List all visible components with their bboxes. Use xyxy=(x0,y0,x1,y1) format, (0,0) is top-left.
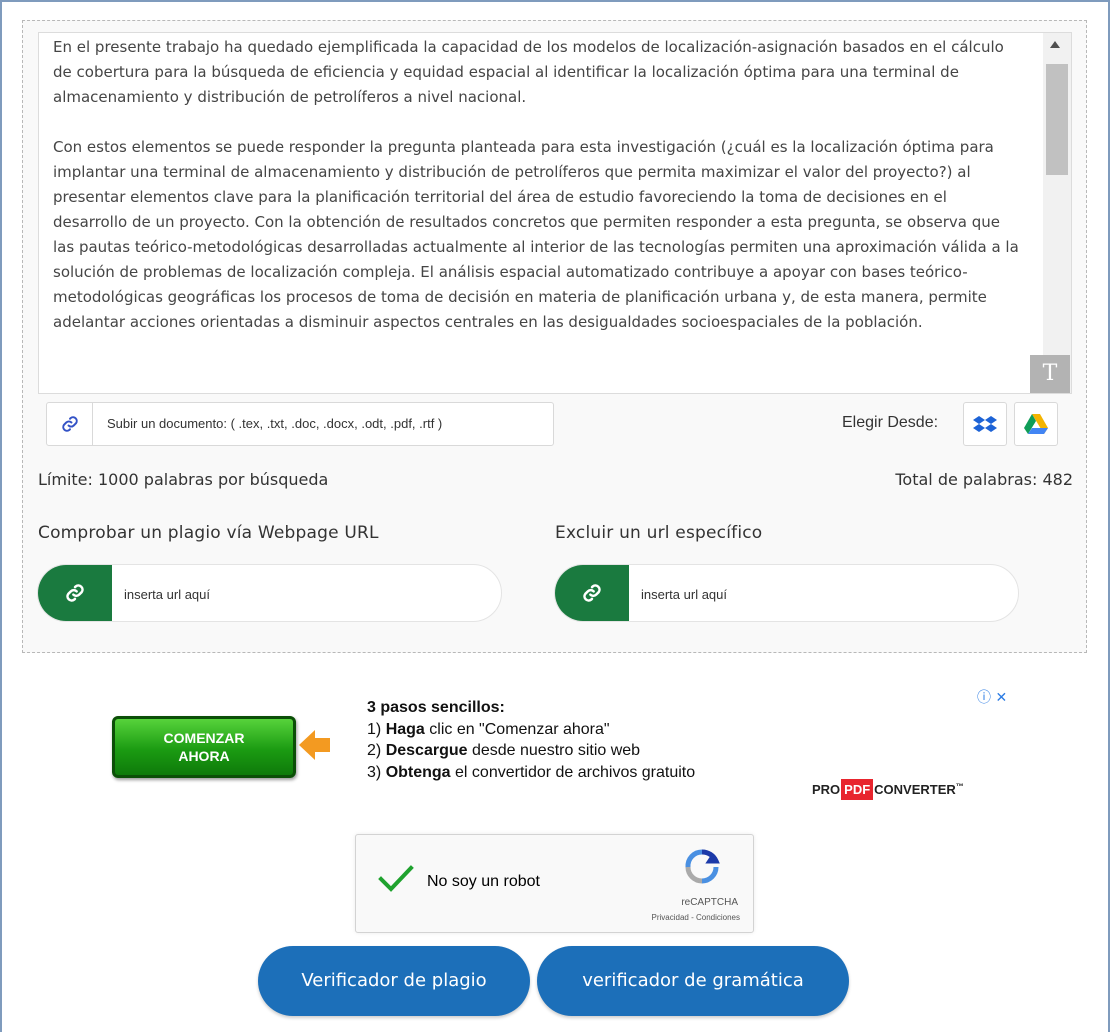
exclude-url-field[interactable] xyxy=(554,564,1019,622)
ad-info-close-icon[interactable]: ⓘ ✕ xyxy=(977,687,1007,707)
paragraph-2: Con estos elementos se puede responder l… xyxy=(53,138,1019,331)
ad-step-1-bold: Haga xyxy=(385,720,425,738)
ad-logo-pre: PRO xyxy=(812,781,841,797)
ad-logo-post: CONVERTER xyxy=(874,781,956,797)
word-count-text: Total de palabras: 482 xyxy=(895,470,1073,489)
exclude-url-input[interactable] xyxy=(641,583,1001,605)
ad-step-2-rest: desde nuestro sitio web xyxy=(467,742,641,759)
upload-document-button[interactable]: Subir un documento: ( .tex, .txt, .doc, … xyxy=(46,402,554,446)
text-resize-icon[interactable]: T xyxy=(1030,355,1070,393)
google-drive-icon xyxy=(1024,414,1048,434)
dropbox-icon xyxy=(973,416,997,432)
ad-start-now-button[interactable]: COMENZAR AHORA xyxy=(112,716,296,778)
recaptcha-terms-link[interactable]: Privacidad - Condiciones xyxy=(356,913,741,922)
ad-step-3-rest: el convertidor de archivos gratuito xyxy=(450,763,696,781)
ad-step-1-num: 1) xyxy=(367,720,382,738)
paragraph-1: En el presente trabajo ha quedado ejempl… xyxy=(53,38,1004,106)
ad-logo-pdf: PDF xyxy=(841,778,874,800)
checkmark-icon[interactable] xyxy=(378,864,414,894)
ad-steps: 3 pasos sencillos: 1) Haga clic en "Come… xyxy=(367,697,695,783)
grammar-check-button[interactable]: verificador de gramática xyxy=(537,946,849,1016)
word-limit-text: Límite: 1000 palabras por búsqueda xyxy=(38,470,329,489)
link-icon-svg xyxy=(61,416,78,432)
ad-logo[interactable]: PRO PDF CONVERTER ™ xyxy=(812,776,964,802)
scroll-up-arrow-icon[interactable] xyxy=(1050,41,1060,48)
ad-step-2: 2) Descargue desde nuestro sitio web xyxy=(367,740,695,762)
exclude-url-title: Excluir un url específico xyxy=(555,523,763,543)
ad-arrow-icon xyxy=(299,730,330,760)
ad-steps-title: 3 pasos sencillos: xyxy=(367,699,505,716)
link-icon xyxy=(47,403,93,445)
scroll-thumb[interactable] xyxy=(1046,64,1068,175)
check-url-title: Comprobar un plagio vía Webpage URL xyxy=(38,523,379,543)
ad-step-1-rest: clic en "Comenzar ahora" xyxy=(424,720,610,738)
recaptcha-brand: reCAPTCHA xyxy=(681,897,738,908)
google-drive-button[interactable] xyxy=(1014,402,1058,446)
ad-button-label-1: COMENZAR xyxy=(163,730,245,746)
ad-step-2-bold: Descargue xyxy=(385,742,468,759)
recaptcha-label: No soy un robot xyxy=(427,873,540,890)
link-icon xyxy=(555,565,629,621)
ad-step-3: 3) Obtenga el convertidor de archivos gr… xyxy=(367,762,695,784)
ad-step-2-num: 2) xyxy=(367,742,382,759)
link-icon-svg xyxy=(66,584,84,602)
ad-logo-tm: ™ xyxy=(955,782,964,791)
text-input-area[interactable]: En el presente trabajo ha quedado ejempl… xyxy=(38,32,1072,394)
ad-button-label-2: AHORA xyxy=(178,748,230,764)
ad-step-3-bold: Obtenga xyxy=(385,763,451,781)
link-icon xyxy=(38,565,112,621)
ad-step-3-num: 3) xyxy=(367,763,382,781)
ad-step-1: 1) Haga clic en "Comenzar ahora" xyxy=(367,719,695,741)
choose-from-label: Elegir Desde: xyxy=(842,414,939,431)
dropbox-button[interactable] xyxy=(963,402,1007,446)
check-url-input[interactable] xyxy=(124,583,484,605)
upload-label: Subir un documento: ( .tex, .txt, .doc, … xyxy=(107,416,443,431)
plagiarism-check-button[interactable]: Verificador de plagio xyxy=(258,946,530,1016)
check-url-field[interactable] xyxy=(37,564,502,622)
recaptcha-widget: No soy un robot reCAPTCHA Privacidad - C… xyxy=(355,834,754,933)
link-icon-svg xyxy=(583,584,601,602)
recaptcha-logo-icon xyxy=(685,849,720,884)
